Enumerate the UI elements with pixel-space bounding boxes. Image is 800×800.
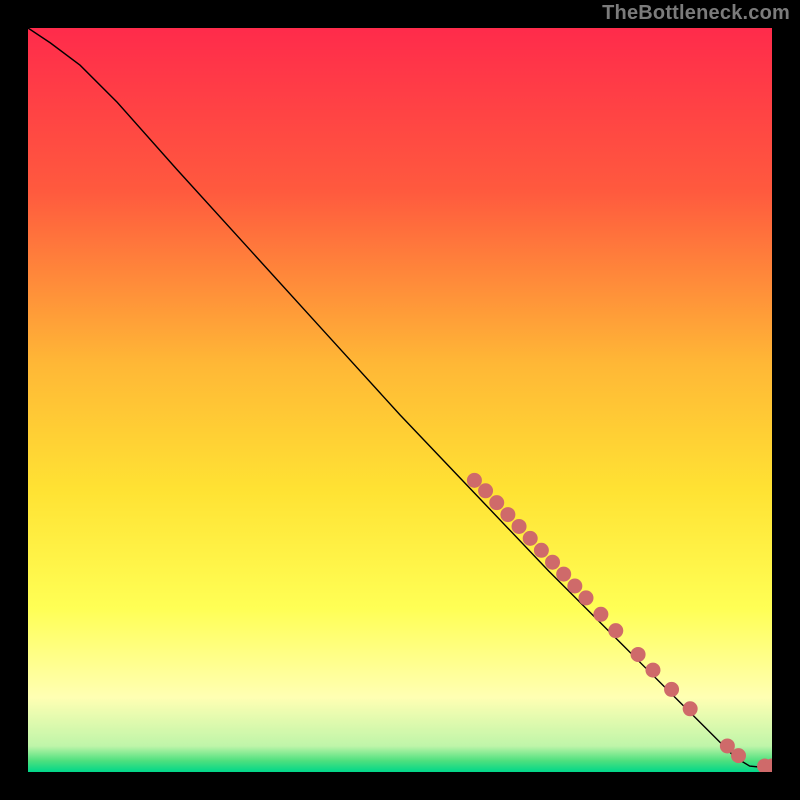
chart-point xyxy=(731,748,746,763)
chart-point xyxy=(664,682,679,697)
chart-point xyxy=(523,531,538,546)
chart-point xyxy=(467,473,482,488)
stage: TheBottleneck.com xyxy=(0,0,800,800)
chart-point xyxy=(489,495,504,510)
chart-background-gradient xyxy=(28,28,772,772)
chart-point xyxy=(545,555,560,570)
chart-point xyxy=(593,607,608,622)
chart-point xyxy=(608,623,623,638)
chart-point xyxy=(500,507,515,522)
chart-point xyxy=(567,579,582,594)
chart-point xyxy=(556,567,571,582)
chart-point xyxy=(512,519,527,534)
chart-point xyxy=(579,590,594,605)
chart-point xyxy=(683,701,698,716)
chart-point xyxy=(478,483,493,498)
chart-point xyxy=(631,647,646,662)
chart-point xyxy=(534,543,549,558)
watermark-text: TheBottleneck.com xyxy=(602,2,790,25)
chart-plot-area xyxy=(28,28,772,772)
chart-point xyxy=(645,663,660,678)
chart-svg xyxy=(28,28,772,772)
